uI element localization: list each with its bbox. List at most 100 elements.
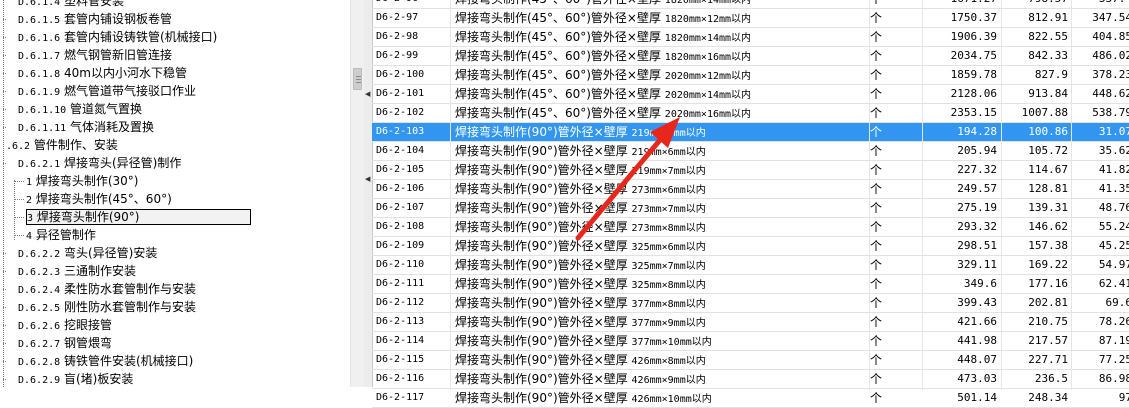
material-cost-cell: 538.79 bbox=[1092, 106, 1129, 119]
quota-code-cell: D6-2-96 bbox=[376, 0, 451, 8]
table-row[interactable]: D6-2-116 焊接弯头制作(90°)管外径×壁厚 426mm×9mm以内 个 47… bbox=[372, 370, 1129, 389]
tree-item-code: D.6.2.5 bbox=[18, 303, 61, 314]
table-row[interactable]: D6-2-97 焊接弯头制作(45°、60°)管外径×壁厚 1820mm×12mm… bbox=[372, 9, 1129, 28]
tree-item[interactable]: D.6.1.5 套管内铺设钢板卷管 bbox=[18, 10, 172, 28]
quota-name-cell: 焊接弯头制作(90°)管外径×壁厚 273mm×7mm以内 bbox=[455, 199, 855, 217]
tree-connector bbox=[3, 361, 6, 362]
tree-item[interactable]: 2 焊接弯头制作(45°、60°) bbox=[26, 190, 172, 208]
tree-item[interactable]: D.6.1.8 40m以内小河水下稳管 bbox=[18, 64, 187, 82]
table-row[interactable]: D6-2-98 焊接弯头制作(45°、60°)管外径×壁厚 1820mm×14mm… bbox=[372, 28, 1129, 47]
tree-connector bbox=[3, 253, 6, 254]
tree-item-code: D.6.2.2 bbox=[18, 249, 61, 260]
tree-item[interactable]: D.6.1.6 套管内铺设铸铁管(机械接口) bbox=[18, 28, 217, 46]
quota-spec-text: 273mm×7mm以内 bbox=[631, 204, 706, 215]
table-row[interactable]: D6-2-111 焊接弯头制作(90°)管外径×壁厚 325mm×8mm以内 个 34… bbox=[372, 275, 1129, 294]
base-price-cell: 473.03 bbox=[957, 372, 997, 385]
tree-item-code: 3 bbox=[27, 213, 34, 224]
collapse-left-icon[interactable]: ◀ bbox=[365, 90, 370, 98]
quota-spec-text: 325mm×6mm以内 bbox=[631, 242, 706, 253]
table-row[interactable]: D6-2-102 焊接弯头制作(45°、60°)管外径×壁厚 2020mm×16m… bbox=[372, 104, 1129, 123]
quota-name-text: 焊接弯头制作(45°、60°)管外径×壁厚 bbox=[455, 106, 661, 120]
tree-item[interactable]: 3 焊接弯头制作(90°) bbox=[26, 208, 251, 226]
table-row[interactable]: D6-2-109 焊接弯头制作(90°)管外径×壁厚 325mm×6mm以内 个 29… bbox=[372, 237, 1129, 256]
tree-item-label: D.6.2.8 铸铁管件安装(机械接口) bbox=[18, 354, 193, 368]
tree-item-text: 套管内铺设钢板卷管 bbox=[63, 12, 172, 26]
unit-cell: 个 bbox=[870, 372, 883, 386]
quota-spec-text: 273mm×8mm以内 bbox=[631, 223, 706, 234]
quota-code-cell: D6-2-106 bbox=[376, 183, 425, 194]
tree-item[interactable]: D.6.2.6 挖眼接管 bbox=[18, 316, 112, 334]
table-row[interactable]: D6-2-114 焊接弯头制作(90°)管外径×壁厚 377mm×10mm以内 个 4… bbox=[372, 332, 1129, 351]
table-row[interactable]: D6-2-110 焊接弯头制作(90°)管外径×壁厚 325mm×7mm以内 个 32… bbox=[372, 256, 1129, 275]
tree-item-code: D.6.2.6 bbox=[18, 321, 61, 332]
expand-right-icon[interactable]: ◀ bbox=[365, 175, 370, 183]
tree-item-text: 刚性防水套管制作与安装 bbox=[63, 300, 196, 314]
tree-item[interactable]: D.6.2.9 盲(堵)板安装 bbox=[18, 370, 133, 387]
tree-connector bbox=[3, 343, 6, 344]
table-row[interactable]: D6-2-99 焊接弯头制作(45°、60°)管外径×壁厚 1820mm×16mm… bbox=[372, 47, 1129, 66]
tree-item[interactable]: D.6.2.2 弯头(异径管)安装 bbox=[18, 244, 157, 262]
scrollbar-thumb[interactable] bbox=[353, 68, 362, 90]
tree-item-text: 焊接弯头制作(90°) bbox=[36, 210, 140, 224]
base-price-cell: 1750.37 bbox=[950, 11, 997, 24]
tree-item[interactable]: D.6.2.4 柔性防水套管制作与安装 bbox=[18, 280, 196, 298]
tree-item-text: 挖眼接管 bbox=[63, 318, 112, 332]
tree-item-label: 2 焊接弯头制作(45°、60°) bbox=[26, 192, 172, 206]
table-row[interactable]: D6-2-117 焊接弯头制作(90°)管外径×壁厚 426mm×10mm以内 个 5… bbox=[372, 389, 1129, 408]
tree-item[interactable]: D.6.2.3 三通制作安装 bbox=[18, 262, 136, 280]
tree-item-code: D.6.1.7 bbox=[18, 51, 61, 62]
table-row[interactable]: D6-2-103 焊接弯头制作(90°)管外径×壁厚 219mm×5mm以内 个 19… bbox=[372, 123, 1129, 142]
unit-cell: 个 bbox=[870, 220, 883, 234]
base-price-cell: 441.98 bbox=[957, 334, 997, 347]
quota-name-text: 焊接弯头制作(90°)管外径×壁厚 bbox=[455, 334, 628, 348]
category-tree[interactable]: D.6.1.4 塑料管安装 D.6.1.5 套管内铺设钢板卷管 D.6.1.6 套管… bbox=[0, 0, 350, 387]
table-row[interactable]: D6-2-106 焊接弯头制作(90°)管外径×壁厚 273mm×6mm以内 个 24… bbox=[372, 180, 1129, 199]
tree-item-text: 焊接弯头制作(45°、60°) bbox=[35, 192, 172, 206]
table-row[interactable]: D6-2-101 焊接弯头制作(45°、60°)管外径×壁厚 2020mm×14m… bbox=[372, 85, 1129, 104]
table-row[interactable]: D6-2-105 焊接弯头制作(90°)管外径×壁厚 219mm×7mm以内 个 22… bbox=[372, 161, 1129, 180]
quota-name-text: 焊接弯头制作(90°)管外径×壁厚 bbox=[455, 239, 628, 253]
labor-cost-cell: 227.71 bbox=[1028, 353, 1068, 366]
table-row[interactable]: D6-2-113 焊接弯头制作(90°)管外径×壁厚 377mm×9mm以内 个 42… bbox=[372, 313, 1129, 332]
unit-cell: 个 bbox=[870, 163, 883, 177]
tree-item[interactable]: D.6.1.11 气体消耗及置换 bbox=[18, 118, 154, 136]
labor-cost-cell: 114.67 bbox=[1028, 163, 1068, 176]
base-price-cell: 227.32 bbox=[957, 163, 997, 176]
table-row[interactable]: D6-2-104 焊接弯头制作(90°)管外径×壁厚 219mm×6mm以内 个 20… bbox=[372, 142, 1129, 161]
quota-code-cell: D6-2-116 bbox=[376, 373, 425, 384]
base-price-cell: 329.11 bbox=[957, 258, 997, 271]
tree-item[interactable]: 1 焊接弯头制作(30°) bbox=[26, 172, 139, 190]
table-row[interactable]: D6-2-107 焊接弯头制作(90°)管外径×壁厚 273mm×7mm以内 个 27… bbox=[372, 199, 1129, 218]
tree-vertical-scrollbar[interactable] bbox=[350, 0, 365, 387]
tree-item-text: 铸铁管件安装(机械接口) bbox=[63, 354, 194, 368]
tree-item[interactable]: D.6.2.5 刚性防水套管制作与安装 bbox=[18, 298, 196, 316]
material-cost-cell: 448.62 bbox=[1092, 87, 1129, 100]
labor-cost-cell: 822.55 bbox=[1028, 30, 1068, 43]
quota-name-text: 焊接弯头制作(45°、60°)管外径×壁厚 bbox=[455, 49, 661, 63]
tree-item[interactable]: D.6.1.4 塑料管安装 bbox=[18, 0, 124, 10]
tree-item[interactable]: D.6.1.10 管道氮气置换 bbox=[18, 100, 142, 118]
unit-cell: 个 bbox=[870, 201, 883, 215]
quota-name-text: 焊接弯头制作(90°)管外径×壁厚 bbox=[455, 163, 628, 177]
table-row[interactable]: D6-2-108 焊接弯头制作(90°)管外径×壁厚 273mm×8mm以内 个 29… bbox=[372, 218, 1129, 237]
unit-cell: 个 bbox=[870, 315, 883, 329]
table-row[interactable]: D6-2-112 焊接弯头制作(90°)管外径×壁厚 377mm×8mm以内 个 39… bbox=[372, 294, 1129, 313]
table-row[interactable]: D6-2-96 焊接弯头制作(45°、60°)管外径×壁厚 1820mm×14mm… bbox=[372, 0, 1129, 9]
tree-item[interactable]: D.6.2.7 钢管煨弯 bbox=[18, 334, 112, 352]
table-row[interactable]: D6-2-100 焊接弯头制作(45°、60°)管外径×壁厚 2020mm×12m… bbox=[372, 66, 1129, 85]
tree-connector bbox=[3, 73, 6, 74]
tree-item-code: D.6.1.4 bbox=[18, 0, 61, 8]
tree-item[interactable]: D.6.2.1 焊接弯头(异径管)制作 bbox=[18, 154, 181, 172]
tree-item-label: D.6.1.6 套管内铺设铸铁管(机械接口) bbox=[18, 30, 217, 44]
base-price-cell: 1859.78 bbox=[950, 68, 997, 81]
unit-cell: 个 bbox=[870, 334, 883, 348]
tree-item[interactable]: D.6.1.7 燃气钢管新旧管连接 bbox=[18, 46, 172, 64]
tree-item[interactable]: D.6.1.9 燃气管道带气接驳口作业 bbox=[18, 82, 196, 100]
tree-item[interactable]: D.6.2.8 铸铁管件安装(机械接口) bbox=[18, 352, 193, 370]
tree-item-text: 塑料管安装 bbox=[63, 0, 124, 8]
quota-name-text: 焊接弯头制作(45°、60°)管外径×壁厚 bbox=[455, 0, 661, 6]
tree-item[interactable]: .6.2 管件制作、安装 bbox=[6, 136, 118, 154]
material-cost-cell: 486.02 bbox=[1092, 49, 1129, 62]
tree-item[interactable]: 4 异径管制作 bbox=[26, 226, 96, 244]
table-row[interactable]: D6-2-115 焊接弯头制作(90°)管外径×壁厚 426mm×8mm以内 个 44… bbox=[372, 351, 1129, 370]
